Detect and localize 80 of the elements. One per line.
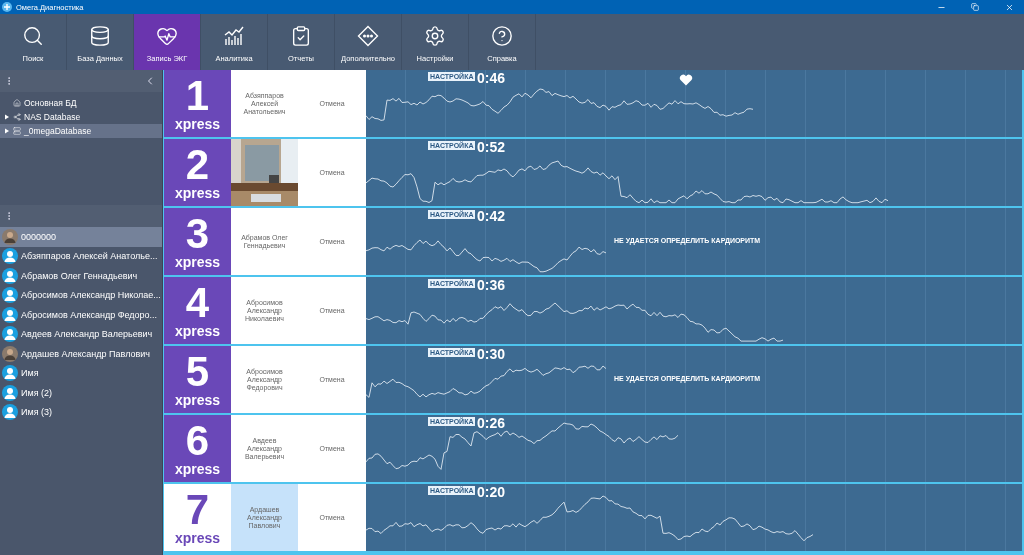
device-number: 2: [185, 144, 210, 185]
database-item[interactable]: Основная БД: [0, 96, 162, 110]
device-tile[interactable]: 1 xpress: [164, 70, 231, 137]
timer: 0:42: [477, 208, 506, 224]
close-icon: [1004, 2, 1014, 12]
device-number: 7: [185, 489, 210, 530]
patient-item[interactable]: Имя (2): [0, 383, 162, 403]
device-number: 5: [185, 351, 210, 392]
device-number: 6: [185, 420, 210, 461]
server-icon: [13, 127, 21, 135]
patient-name: Абзяппаров Алексей Анатолье...: [21, 251, 158, 262]
avatar-photo: [2, 228, 18, 245]
avatar-icon: [2, 384, 18, 401]
device-tile[interactable]: 4 xpress: [164, 277, 231, 344]
patient-name: Имя (2): [21, 387, 53, 398]
timer: 0:52: [477, 139, 506, 155]
patient-item[interactable]: Абрамов Олег Геннадьевич: [0, 266, 162, 286]
database-label: Основная БД: [24, 98, 77, 108]
patient-item[interactable]: 0000000: [0, 227, 162, 247]
patient-item[interactable]: Имя: [0, 363, 162, 383]
patient-name: Абрамов Олег Геннадьевич: [21, 270, 138, 281]
device-brand: xpress: [174, 115, 221, 132]
database-icon: [89, 25, 111, 47]
patient-name: Абросимов Александр Николае...: [21, 290, 161, 301]
device-brand: xpress: [174, 253, 221, 270]
device-tile[interactable]: 5 xpress: [164, 346, 231, 413]
avatar-icon: [2, 267, 18, 284]
help-icon: [491, 25, 513, 47]
avatar-icon: [2, 404, 18, 421]
device-number: 4: [185, 282, 210, 323]
patient-name: Авдеев Александр Валерьевич: [21, 329, 153, 340]
avatar-icon: [2, 287, 18, 304]
settings-icon: [424, 25, 446, 47]
device-number: 1: [185, 75, 210, 116]
timer: 0:30: [477, 346, 506, 362]
patient-item[interactable]: Абросимов Александр Николае...: [0, 285, 162, 305]
device-tile[interactable]: 3 xpress: [164, 208, 231, 275]
timer: 0:26: [477, 415, 506, 431]
device-brand: xpress: [174, 322, 221, 339]
device-tile[interactable]: 2 xpress: [164, 139, 231, 206]
network-icon: [13, 113, 21, 121]
patient-name: Ардашев Александр Павлович: [21, 348, 150, 359]
patient-name: Имя: [21, 368, 39, 379]
bar-chart-icon: [223, 25, 245, 47]
device-brand: xpress: [174, 391, 221, 408]
avatar-icon: [2, 365, 18, 382]
device-tile[interactable]: 6 xpress: [164, 415, 231, 482]
avatar-photo: [2, 345, 18, 362]
avatar-icon: [2, 248, 18, 265]
avatar-icon: [2, 326, 18, 343]
device-brand: xpress: [174, 184, 221, 201]
app-logo-icon: [2, 2, 12, 12]
heart-pulse-icon: [156, 25, 178, 47]
avatar-icon: [2, 306, 18, 323]
patient-item[interactable]: Абросимов Александр Федоро...: [0, 305, 162, 325]
patient-item[interactable]: Авдеев Александр Валерьевич: [0, 324, 162, 344]
patient-item[interactable]: Ардашев Александр Павлович: [0, 344, 162, 364]
restore-icon: [971, 3, 979, 11]
database-item[interactable]: _0megaDatabase: [0, 124, 162, 138]
device-number: 3: [185, 213, 210, 254]
search-icon: [22, 25, 44, 47]
patient-item[interactable]: Имя (3): [0, 402, 162, 422]
timer: 0:36: [477, 277, 506, 293]
device-tile[interactable]: 7 xpress: [164, 484, 231, 551]
home-icon: [13, 99, 21, 107]
device-brand: xpress: [174, 529, 221, 546]
database-label: _0megaDatabase: [24, 126, 92, 136]
timer: 0:20: [477, 484, 506, 500]
expand-icon[interactable]: [4, 114, 10, 120]
database-label: NAS Database: [24, 112, 81, 122]
patient-name: 0000000: [21, 231, 57, 242]
patient-name: Имя (3): [21, 407, 53, 418]
device-brand: xpress: [174, 460, 221, 477]
patient-name: Абросимов Александр Федоро...: [21, 309, 158, 320]
diamond-dots-icon: [357, 25, 379, 47]
timer: 0:46: [477, 70, 506, 86]
database-item[interactable]: NAS Database: [0, 110, 162, 124]
clipboard-check-icon: [290, 25, 312, 47]
expand-icon[interactable]: [4, 128, 10, 134]
patient-item[interactable]: Абзяппаров Алексей Анатолье...: [0, 246, 162, 266]
